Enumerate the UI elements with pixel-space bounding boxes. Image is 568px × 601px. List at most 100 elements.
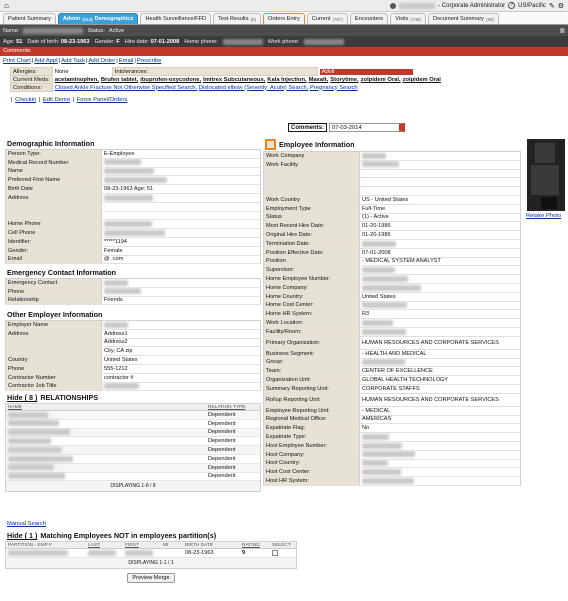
tab-test-results[interactable]: Test Results (6)	[213, 13, 262, 24]
field-value	[359, 432, 521, 442]
col-partition[interactable]: PARTITION - EMP #	[8, 543, 88, 548]
relationship-row[interactable]: Dependent	[6, 473, 260, 482]
relationship-row[interactable]: Dependent	[6, 428, 260, 438]
field-value: contractor #	[101, 373, 261, 383]
print-chart-link[interactable]: Print Chart	[3, 58, 31, 64]
pencil-icon[interactable]: ✎	[549, 2, 555, 10]
condition-item[interactable]: Closed Ankle Fracture Not Otherwise Spec…	[55, 85, 197, 91]
col-relation-type[interactable]: RELATION TYPE	[208, 405, 245, 410]
add-order-link[interactable]: Add Order	[89, 58, 116, 64]
col-mi[interactable]: MI	[163, 543, 185, 548]
field-label: Rollup Reporting Unit:	[263, 393, 360, 407]
tab-orders-entry[interactable]: Orders Entry	[263, 13, 305, 24]
field-row: Phone	[5, 287, 261, 297]
field-row: Contractor Job Title	[5, 382, 261, 392]
field-value: HUMAN RESOURCES AND CORPORATE SERVICES	[359, 336, 521, 350]
med-item[interactable]: Kala Injection,	[267, 77, 306, 83]
tab-admin-demographics[interactable]: Admin (113) Demographics	[57, 13, 139, 24]
preview-merge-button[interactable]: Preview Merge	[127, 572, 175, 583]
field-row: Employer Name	[5, 320, 261, 330]
help-icon[interactable]: ?	[508, 2, 516, 9]
relationship-row[interactable]: Dependent	[6, 411, 260, 420]
col-first[interactable]: FIRST	[125, 543, 163, 548]
redacted-value	[362, 477, 414, 484]
relationship-type: Dependent	[208, 464, 236, 471]
med-item[interactable]: ibuprofen-oxycodone,	[140, 77, 201, 83]
comments-label: Comments:	[288, 123, 328, 132]
field-label: Name	[5, 167, 102, 177]
prescribe-link[interactable]: Prescribe	[137, 58, 161, 64]
add-task-link[interactable]: Add Task	[61, 58, 85, 64]
col-rating[interactable]: RATING	[242, 543, 272, 548]
relationship-row[interactable]: Dependent	[6, 437, 260, 447]
med-item[interactable]: zolpidem Oral,	[361, 77, 401, 83]
col-name[interactable]: NAME	[8, 405, 208, 410]
col-last[interactable]: LAST	[88, 543, 125, 548]
field-value	[101, 278, 261, 288]
relationship-row[interactable]: Dependent	[6, 420, 260, 429]
field-label	[263, 186, 360, 196]
med-item[interactable]: Storytime,	[330, 77, 358, 83]
relationship-name-redacted	[8, 429, 70, 436]
redacted-value	[362, 460, 388, 467]
manual-search-link[interactable]: Manual Search	[7, 521, 46, 527]
matching-hide-link[interactable]: Hide ( 1 )	[7, 531, 37, 540]
add-appt-link[interactable]: Add Appt	[34, 58, 58, 64]
tab-document-summary[interactable]: Document Summary (89)	[428, 13, 499, 24]
chart-icon[interactable]: ▥	[560, 28, 565, 34]
checkin-link[interactable]: Checkin	[15, 97, 36, 103]
redacted-value	[104, 279, 128, 286]
med-item[interactable]: zolpidem Oral	[403, 77, 441, 83]
field-value	[101, 175, 261, 186]
field-label	[5, 338, 102, 348]
field-row: Regional Medical Office: AMERICAS	[263, 415, 521, 425]
tab-encounters[interactable]: Encounters	[349, 13, 389, 24]
email-link[interactable]: Email	[119, 58, 134, 64]
matching-title: Matching Employees NOT in employees part…	[40, 531, 217, 540]
relationship-row[interactable]: Dependent	[6, 446, 260, 455]
field-value: AMERICAS	[359, 415, 521, 425]
field-label: Home HR System:	[263, 309, 360, 320]
condition-item[interactable]: Dislocated elbow (Severity: Acute) Searc…	[199, 85, 309, 91]
med-item[interactable]: Maxalt,	[309, 77, 329, 83]
user-name-redacted	[399, 2, 436, 9]
relationship-row[interactable]: Dependent	[6, 463, 260, 473]
retake-photo-link[interactable]: Retake Photo	[526, 213, 561, 219]
med-item[interactable]: Brufen tablet,	[101, 77, 138, 83]
med-item[interactable]: Imitrex Subcutaneous,	[203, 77, 265, 83]
comments-input[interactable]: 07-03-2014	[329, 123, 406, 132]
tab-health-surveillance[interactable]: Health Surveillance/FFD	[140, 13, 212, 24]
force-panel-link[interactable]: Force Panel/Orders	[77, 97, 128, 103]
tab-visits[interactable]: Visits (748)	[390, 13, 426, 24]
redacted-value	[104, 221, 152, 228]
redacted-value	[104, 383, 139, 390]
tab-patient-summary[interactable]: Patient Summary	[3, 13, 56, 24]
field-row: Email @ .com	[5, 255, 261, 265]
field-value	[359, 450, 521, 460]
field-label: Country	[5, 355, 102, 365]
edit-demo-link[interactable]: Edit Demo	[43, 97, 70, 103]
demographic-table: Person Type: E-Employee Medical Record Num…	[5, 149, 261, 265]
field-label: Host HR System:	[263, 476, 360, 486]
field-value	[101, 193, 261, 203]
redacted-value	[362, 319, 393, 326]
col-birth-date[interactable]: BIRTH DATE	[185, 543, 242, 548]
relationship-row[interactable]: Dependent	[6, 455, 260, 464]
field-value: R3	[359, 309, 521, 320]
home-icon[interactable]: ⌂	[4, 1, 9, 10]
field-row: Home Employee Number:	[263, 274, 521, 284]
tab-current[interactable]: Current (787)	[306, 13, 348, 24]
timezone[interactable]: US/Pacific	[518, 3, 546, 9]
relationship-name-redacted	[8, 473, 65, 480]
condition-item[interactable]: Pregnancy Search	[310, 85, 358, 91]
select-checkbox[interactable]	[272, 549, 278, 556]
redacted-value	[362, 275, 408, 282]
home-phone-label: Home phone:	[184, 38, 218, 45]
gear-icon[interactable]: ⚙	[558, 2, 564, 10]
field-row: Termination Date:	[263, 239, 521, 249]
field-label: Organization Unit:	[263, 375, 360, 385]
field-value	[101, 219, 261, 230]
med-item[interactable]: acetaminophen,	[55, 77, 99, 83]
relationships-hide-link[interactable]: Hide ( 8 )	[7, 393, 37, 402]
field-row: Emergency Contact	[5, 278, 261, 288]
